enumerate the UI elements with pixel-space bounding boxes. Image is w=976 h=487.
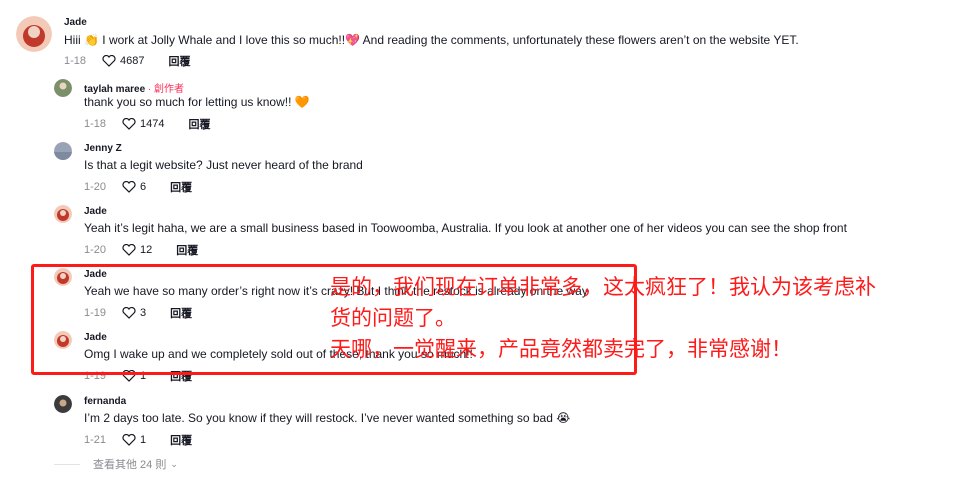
avatar[interactable] bbox=[54, 142, 72, 160]
comment-text: I’m 2 days too late. So you know if they… bbox=[84, 411, 571, 425]
like-count: 1474 bbox=[140, 118, 165, 130]
view-more-replies-button[interactable]: 查看其他 24 則 ⌄ bbox=[54, 456, 178, 472]
avatar[interactable] bbox=[54, 395, 72, 413]
comment-meta: 1-18 1474 回覆 bbox=[84, 116, 210, 132]
reply-button[interactable]: 回覆 bbox=[168, 53, 190, 69]
comment-author[interactable]: Jenny Z bbox=[84, 143, 122, 154]
comment-date: 1-18 bbox=[64, 55, 87, 67]
comment-text: Is that a legit website? Just never hear… bbox=[84, 158, 363, 172]
reply-button[interactable]: 回覆 bbox=[170, 432, 192, 448]
comment-date: 1-20 bbox=[84, 181, 107, 193]
comment-meta: 1-21 1 回覆 bbox=[84, 432, 192, 448]
translation-line: 货的问题了。 bbox=[330, 306, 456, 330]
like-count: 6 bbox=[140, 181, 147, 193]
heart-icon[interactable] bbox=[102, 55, 116, 67]
heart-icon[interactable] bbox=[122, 118, 136, 130]
like-count: 12 bbox=[140, 244, 153, 256]
comment-meta: 1-20 6 回覆 bbox=[84, 179, 192, 195]
comment-text: Hiii 👏 I work at Jolly Whale and I love … bbox=[64, 33, 799, 47]
creator-badge: · 創作者 bbox=[145, 84, 185, 95]
comment-date: 1-20 bbox=[84, 244, 107, 256]
reply-button[interactable]: 回覆 bbox=[170, 179, 192, 195]
heart-icon[interactable] bbox=[122, 434, 136, 446]
comment-author[interactable]: taylah maree · 創作者 bbox=[84, 80, 184, 95]
heart-icon[interactable] bbox=[122, 181, 136, 193]
translation-line: 是的，我们现在订单非常多，这太疯狂了！我认为该考虑补 bbox=[330, 275, 876, 299]
like-count: 1 bbox=[140, 434, 147, 446]
comment-meta: 1-18 4687 回覆 bbox=[64, 53, 190, 69]
reply-button[interactable]: 回覆 bbox=[188, 116, 210, 132]
avatar[interactable] bbox=[16, 16, 52, 52]
translation-line: 天哪，一觉醒来，产品竟然都卖完了，非常感谢！ bbox=[330, 337, 792, 361]
comment-author[interactable]: Jade bbox=[84, 206, 107, 217]
reply-button[interactable]: 回覆 bbox=[176, 242, 198, 258]
comment-author[interactable]: Jade bbox=[64, 17, 87, 28]
comment-date: 1-21 bbox=[84, 434, 107, 446]
comment-meta: 1-20 12 回覆 bbox=[84, 242, 198, 258]
translation-annotation: 是的，我们现在订单非常多，这太疯狂了！我认为该考虑补 货的问题了。 天哪，一觉醒… bbox=[330, 272, 958, 365]
chevron-down-icon: ⌄ bbox=[170, 458, 178, 469]
avatar[interactable] bbox=[54, 79, 72, 97]
view-more-label: 查看其他 24 則 bbox=[93, 459, 167, 471]
comment-date: 1-18 bbox=[84, 118, 107, 130]
heart-icon[interactable] bbox=[122, 244, 136, 256]
comment-author[interactable]: fernanda bbox=[84, 396, 126, 407]
divider bbox=[54, 463, 80, 465]
comment-text: Yeah it’s legit haha, we are a small bus… bbox=[84, 221, 847, 235]
avatar[interactable] bbox=[54, 205, 72, 223]
comment-text: thank you so much for letting us know!! … bbox=[84, 95, 310, 109]
like-count: 4687 bbox=[120, 55, 145, 67]
